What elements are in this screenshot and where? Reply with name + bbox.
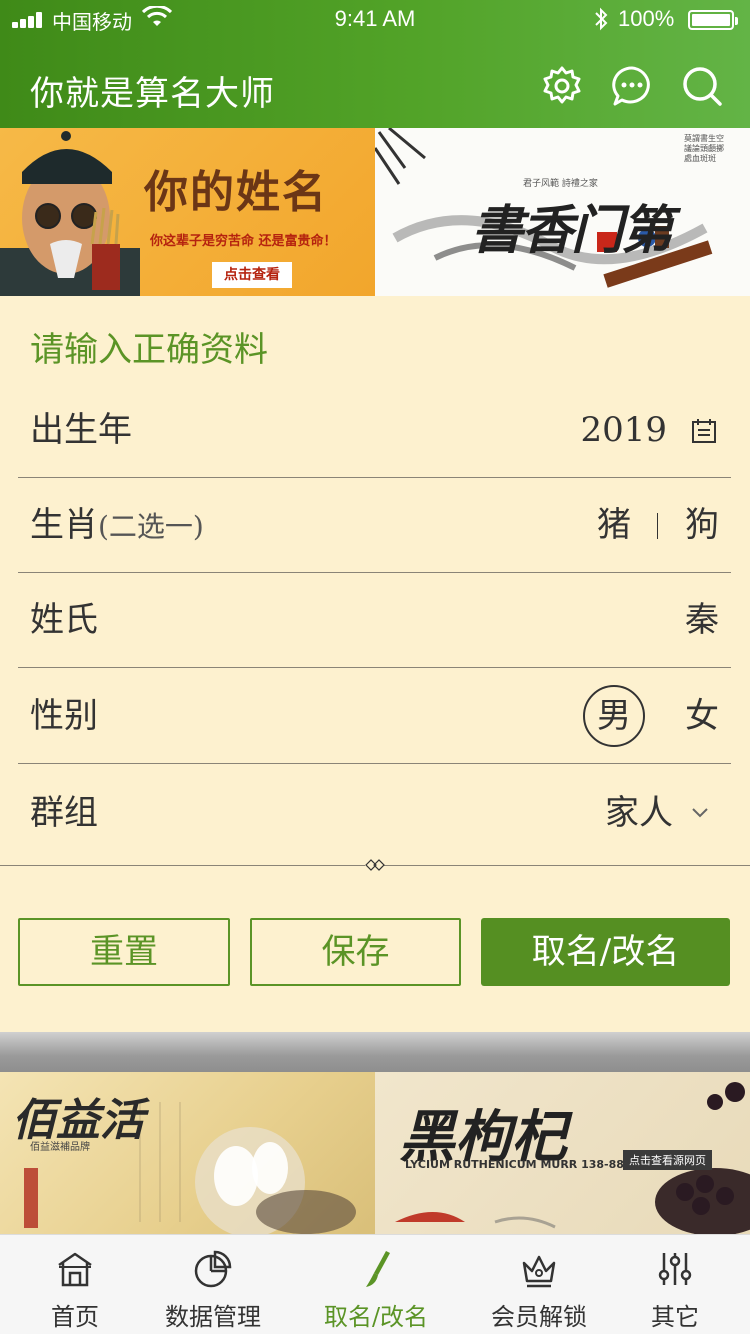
group-row[interactable]: 群组 家人 <box>18 765 731 861</box>
sliders-icon <box>658 1253 692 1285</box>
bottom-banner-row: 佰益活 佰益滋補品牌 黑枸杞 LYCIUM RUTHENICUM MURR 13… <box>0 1072 750 1234</box>
surname-value[interactable]: 秦 <box>685 572 719 668</box>
settings-icon[interactable] <box>540 64 584 108</box>
calendar-icon[interactable] <box>691 418 717 444</box>
zodiac-option-dog[interactable]: 狗 <box>685 477 719 573</box>
battery-percent: 100% <box>618 6 675 31</box>
save-button[interactable]: 保存 <box>250 918 461 986</box>
chat-icon[interactable] <box>610 64 654 108</box>
tab-other[interactable]: 其它 <box>600 1235 750 1334</box>
zodiac-separator <box>657 513 658 539</box>
banner-title: 書香门第 <box>471 200 673 261</box>
banner-subtitle: 你这辈子是穷苦命 还是富贵命！ <box>150 234 337 249</box>
crown-icon <box>522 1255 556 1288</box>
birth-year-label: 出生年 <box>30 410 132 450</box>
chevron-down-icon[interactable] <box>691 803 709 821</box>
banner-scholar-ad[interactable]: 書香门第 君子风範 詩禮之家 莫謂書生空議論頭顱擲處血斑斑 <box>375 128 750 296</box>
banner-view-button[interactable]: 点击查看 <box>212 262 292 288</box>
section-separator <box>0 1032 750 1072</box>
birth-year-row[interactable]: 出生年 2019 <box>18 382 731 478</box>
pie-chart-icon <box>194 1250 232 1288</box>
tab-label: 取名/改名 <box>323 1303 429 1331</box>
status-bar: 中国移动 9:41 AM 100% <box>0 0 750 40</box>
banner-subtitle: 佰益滋補品牌 <box>30 1142 90 1153</box>
tab-data-management[interactable]: 数据管理 <box>138 1235 288 1334</box>
battery-icon <box>688 10 738 30</box>
naming-button[interactable]: 取名/改名 <box>481 918 730 986</box>
search-icon[interactable] <box>680 64 724 108</box>
brush-icon <box>366 1251 390 1287</box>
tab-label: 数据管理 <box>165 1303 261 1331</box>
tab-membership[interactable]: 会员解锁 <box>464 1235 614 1334</box>
gender-label: 性别 <box>30 696 98 736</box>
old-man-illustration <box>0 131 140 296</box>
zodiac-hint: (二选一) <box>98 510 204 543</box>
zodiac-label: 生肖(二选一) <box>30 505 204 545</box>
tab-label: 会员解锁 <box>491 1303 587 1331</box>
view-source-tag[interactable]: 点击查看源网页 <box>623 1150 712 1170</box>
bluetooth-icon <box>595 7 608 31</box>
tab-label: 其它 <box>651 1303 699 1331</box>
banner-subtitle: 君子风範 詩禮之家 <box>523 179 598 189</box>
zodiac-row: 生肖(二选一) 猪 狗 <box>18 477 731 573</box>
tab-naming[interactable]: 取名/改名 <box>301 1235 451 1334</box>
top-banner-row: 你的姓名 你这辈子是穷苦命 还是富贵命！ 点击查看 書香门第 君子风範 詩禮之家… <box>0 128 750 296</box>
gender-option-female[interactable]: 女 <box>685 668 719 764</box>
reset-button[interactable]: 重置 <box>18 918 230 986</box>
banner-side-text: 莫謂書生空議論頭顱擲處血斑斑 <box>684 134 724 163</box>
group-value[interactable]: 家人 <box>605 765 673 861</box>
surname-row[interactable]: 姓氏 秦 <box>18 572 731 668</box>
gender-option-male[interactable]: 男 <box>597 668 631 764</box>
banner-goji-ad[interactable]: 黑枸杞 LYCIUM RUTHENICUM MURR 138-88866168 … <box>375 1072 750 1234</box>
group-label: 群组 <box>30 793 98 833</box>
form-title: 请输入正确资料 <box>30 330 268 370</box>
gender-row: 性别 男 女 <box>18 668 731 764</box>
tab-bar: 首页 数据管理 取名/改名 会员解锁 其它 <box>0 1234 750 1334</box>
page-title: 你就是算名大师 <box>30 74 275 114</box>
tab-label: 首页 <box>51 1303 99 1331</box>
banner-name-ad[interactable]: 你的姓名 你这辈子是穷苦命 还是富贵命！ 点击查看 <box>0 128 375 296</box>
birth-year-value[interactable]: 2019 <box>580 382 667 478</box>
divider-ornament-icon <box>365 858 385 872</box>
tab-home[interactable]: 首页 <box>0 1235 150 1334</box>
banner-title: 你的姓名 <box>144 167 328 218</box>
home-icon <box>58 1252 92 1287</box>
surname-label: 姓氏 <box>30 600 98 640</box>
zodiac-option-pig[interactable]: 猪 <box>597 477 631 573</box>
banner-health-ad[interactable]: 佰益活 佰益滋補品牌 <box>0 1072 375 1234</box>
app-header: 中国移动 9:41 AM 100% 你就是算名大师 <box>0 0 750 128</box>
